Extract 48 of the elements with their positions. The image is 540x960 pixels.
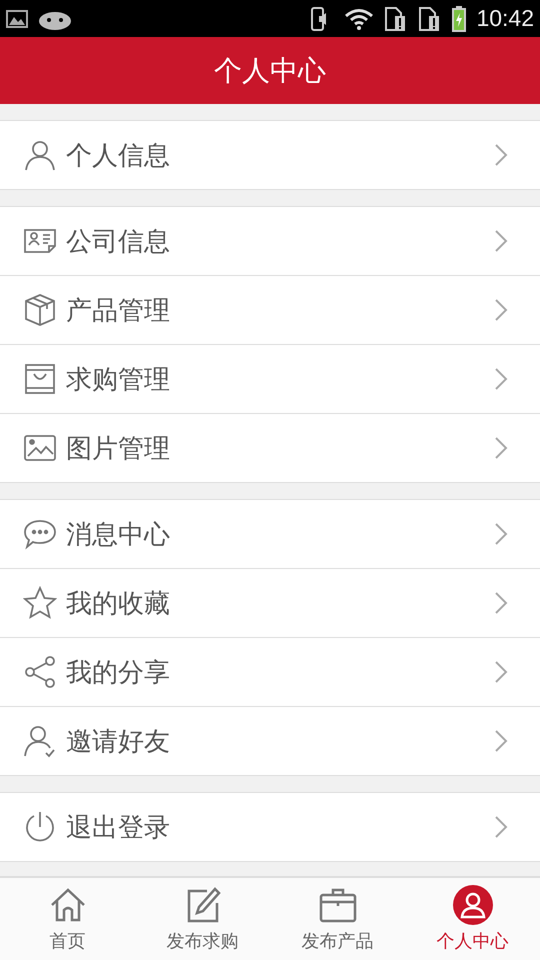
menu-item[interactable]: 求购管理 [0,345,540,414]
menu-item[interactable]: 邀请好友 [0,707,540,776]
menu-item[interactable]: 产品管理 [0,276,540,345]
page-title: 个人中心 [214,52,326,88]
menu-item[interactable]: 图片管理 [0,414,540,483]
menu-item[interactable]: 我的分享 [0,638,540,707]
menu-label: 邀请好友 [66,726,171,758]
menu-item[interactable]: 消息中心 [0,500,540,569]
chevron-right-icon [494,729,508,753]
chat-bubble-icon [23,517,57,551]
person-check-icon [23,724,57,758]
menu-label: 消息中心 [66,518,171,552]
chevron-right-icon [494,436,508,460]
tab-item[interactable]: 个人中心 [405,878,540,960]
menu-label: 我的收藏 [66,588,171,620]
battery-icon [452,6,466,32]
menu-label: 我的分享 [66,656,171,690]
user-icon [452,885,492,925]
menu-item[interactable]: 个人信息 [0,121,540,190]
chevron-right-icon [494,522,508,546]
power-icon [23,810,57,844]
menu-item[interactable]: 我的收藏 [0,569,540,638]
chevron-right-icon [494,298,508,322]
chevron-right-icon [494,591,508,615]
chevron-right-icon [494,367,508,391]
menu-label: 图片管理 [66,432,171,466]
menu-label: 求购管理 [66,364,171,396]
wifi-icon [344,8,374,30]
bag-icon [23,362,57,396]
star-icon [23,586,57,620]
chevron-right-icon [494,143,508,167]
chevron-right-icon [494,229,508,253]
menu-label: 公司信息 [66,226,171,258]
tab-item[interactable]: 首页 [0,878,135,960]
menu-item[interactable]: 公司信息 [0,207,540,276]
clock-time: 10:42 [476,5,534,32]
box-icon [23,293,57,327]
chevron-right-icon [494,660,508,684]
image-icon [6,10,28,28]
menu-label: 个人信息 [66,140,171,172]
share-icon [23,655,57,689]
tab-item[interactable]: 发布产品 [270,878,405,960]
menu-item[interactable]: 退出登录 [0,793,540,862]
menu-label: 退出登录 [66,812,171,844]
menu-label: 产品管理 [66,294,171,328]
chevron-right-icon [494,815,508,839]
person-icon [23,138,57,172]
tab-item[interactable]: 发布求购 [135,878,270,960]
